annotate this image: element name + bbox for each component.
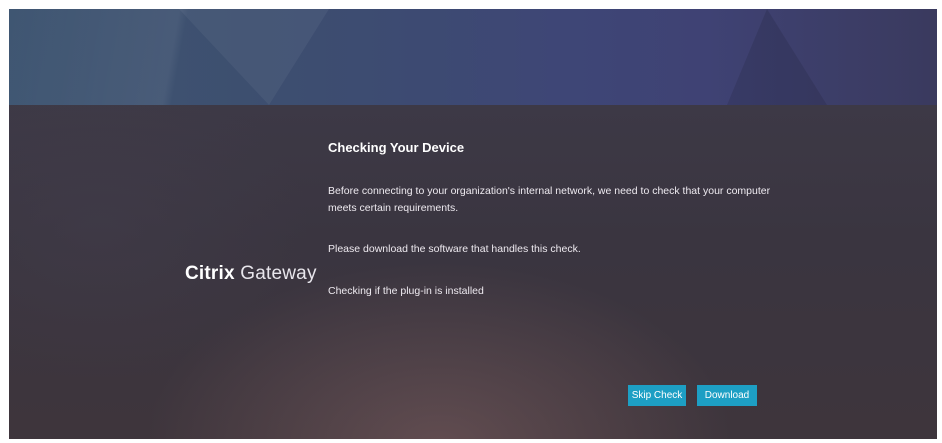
skip-check-button[interactable]: Skip Check xyxy=(628,385,686,406)
gateway-window: Citrix Gateway Checking Your Device Befo… xyxy=(9,9,937,439)
content-area xyxy=(9,105,937,439)
logo-light-text: Gateway xyxy=(240,263,317,284)
download-button[interactable]: Download xyxy=(697,385,757,406)
device-check-panel: Checking Your Device Before connecting t… xyxy=(328,140,798,297)
plugin-status-text: Checking if the plug-in is installed xyxy=(328,285,484,297)
page-title: Checking Your Device xyxy=(328,140,465,155)
download-instruction-text: Please download the software that handle… xyxy=(328,243,581,255)
citrix-gateway-logo: Citrix Gateway xyxy=(185,263,317,285)
intro-text: Before connecting to your organization's… xyxy=(328,185,771,214)
logo-bold-text: Citrix xyxy=(185,263,235,284)
header-banner xyxy=(9,9,937,105)
